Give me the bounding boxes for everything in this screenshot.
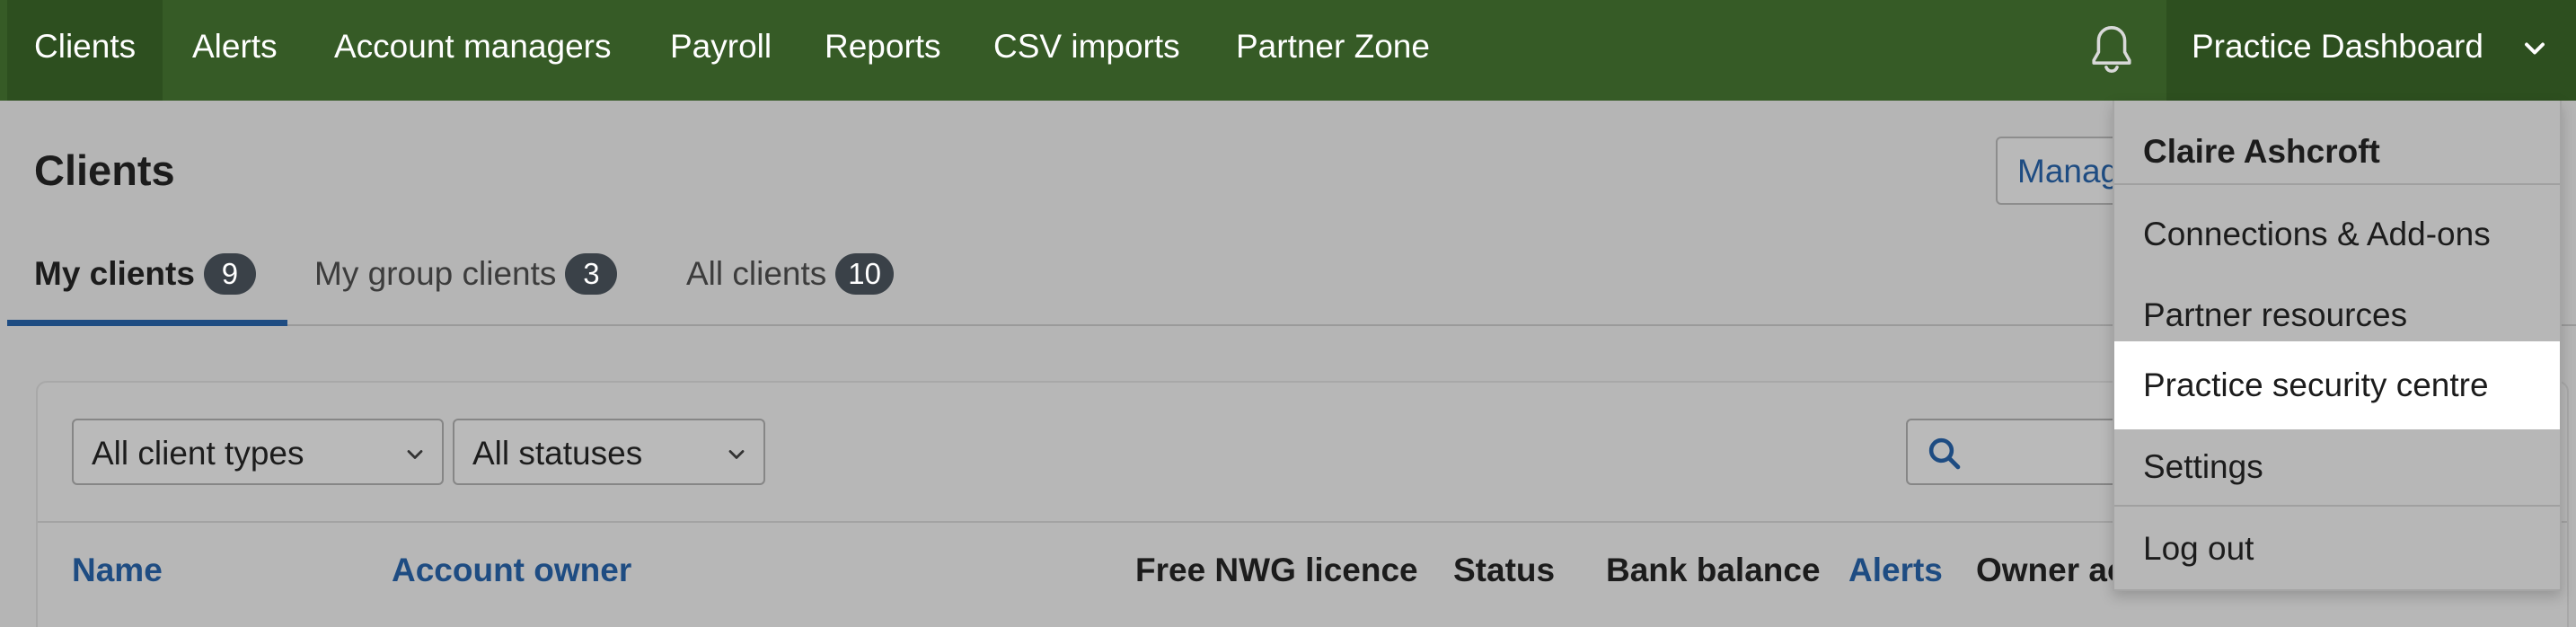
nav-item-payroll[interactable]: Payroll bbox=[670, 0, 772, 101]
menu-item-practice-security-centre[interactable]: Practice security centre bbox=[2114, 341, 2560, 429]
manage-button-label: Manag bbox=[2017, 153, 2120, 190]
count-badge: 10 bbox=[835, 253, 894, 296]
practice-dashboard-label: Practice Dashboard bbox=[2192, 28, 2483, 65]
practice-dashboard-dropdown: Claire Ashcroft Connections & Add-ons Pa… bbox=[2113, 101, 2562, 591]
tab-my-clients[interactable]: My clients 9 bbox=[34, 253, 256, 327]
column-header-free-nwg-licence: Free NWG licence bbox=[1135, 552, 1418, 588]
client-type-select[interactable]: All client types bbox=[72, 419, 444, 485]
column-header-bank-balance: Bank balance bbox=[1606, 552, 1821, 588]
column-header-account-owner[interactable]: Account owner bbox=[392, 552, 631, 589]
tab-label: All clients bbox=[686, 255, 827, 293]
menu-item-connections-add-ons[interactable]: Connections & Add-ons bbox=[2114, 194, 2560, 275]
chevron-down-icon bbox=[2525, 42, 2545, 55]
nav-item-clients[interactable]: Clients bbox=[7, 0, 163, 101]
status-select[interactable]: All statuses bbox=[453, 419, 765, 485]
status-value: All statuses bbox=[472, 435, 643, 472]
active-tab-indicator bbox=[7, 320, 287, 326]
search-input[interactable] bbox=[1906, 419, 2139, 485]
tab-all-clients[interactable]: All clients 10 bbox=[686, 253, 894, 327]
nav-item-reports[interactable]: Reports bbox=[825, 0, 941, 101]
column-header-owner-access: Owner ac bbox=[1976, 552, 2126, 588]
column-header-name[interactable]: Name bbox=[72, 552, 163, 589]
column-header-status: Status bbox=[1453, 552, 1556, 588]
chevron-down-icon bbox=[728, 450, 745, 459]
count-badge: 9 bbox=[203, 253, 256, 296]
page-title: Clients bbox=[34, 146, 175, 194]
nav-item-account-managers[interactable]: Account managers bbox=[334, 0, 612, 101]
menu-item-log-out[interactable]: Log out bbox=[2114, 508, 2560, 589]
practice-dashboard-menu-button[interactable]: Practice Dashboard bbox=[2166, 0, 2576, 101]
tab-my-group-clients[interactable]: My group clients 3 bbox=[314, 253, 618, 327]
count-badge: 3 bbox=[565, 253, 618, 296]
nav-item-partner-zone[interactable]: Partner Zone bbox=[1236, 0, 1430, 101]
nav-item-alerts[interactable]: Alerts bbox=[192, 0, 278, 101]
column-header-alerts[interactable]: Alerts bbox=[1848, 552, 1943, 589]
client-type-value: All client types bbox=[92, 435, 304, 472]
top-nav: Clients Alerts Account managers Payroll … bbox=[0, 0, 2576, 101]
chevron-down-icon bbox=[407, 450, 423, 459]
nav-item-csv-imports[interactable]: CSV imports bbox=[993, 0, 1180, 101]
menu-item-settings[interactable]: Settings bbox=[2114, 429, 2560, 505]
tab-label: My clients bbox=[34, 255, 195, 293]
dropdown-divider bbox=[2114, 183, 2560, 185]
bell-icon[interactable] bbox=[2082, 20, 2141, 79]
dropdown-user-name: Claire Ashcroft bbox=[2143, 133, 2380, 170]
search-icon bbox=[1928, 437, 1961, 470]
dropdown-divider bbox=[2114, 505, 2560, 507]
tab-label: My group clients bbox=[314, 255, 557, 293]
